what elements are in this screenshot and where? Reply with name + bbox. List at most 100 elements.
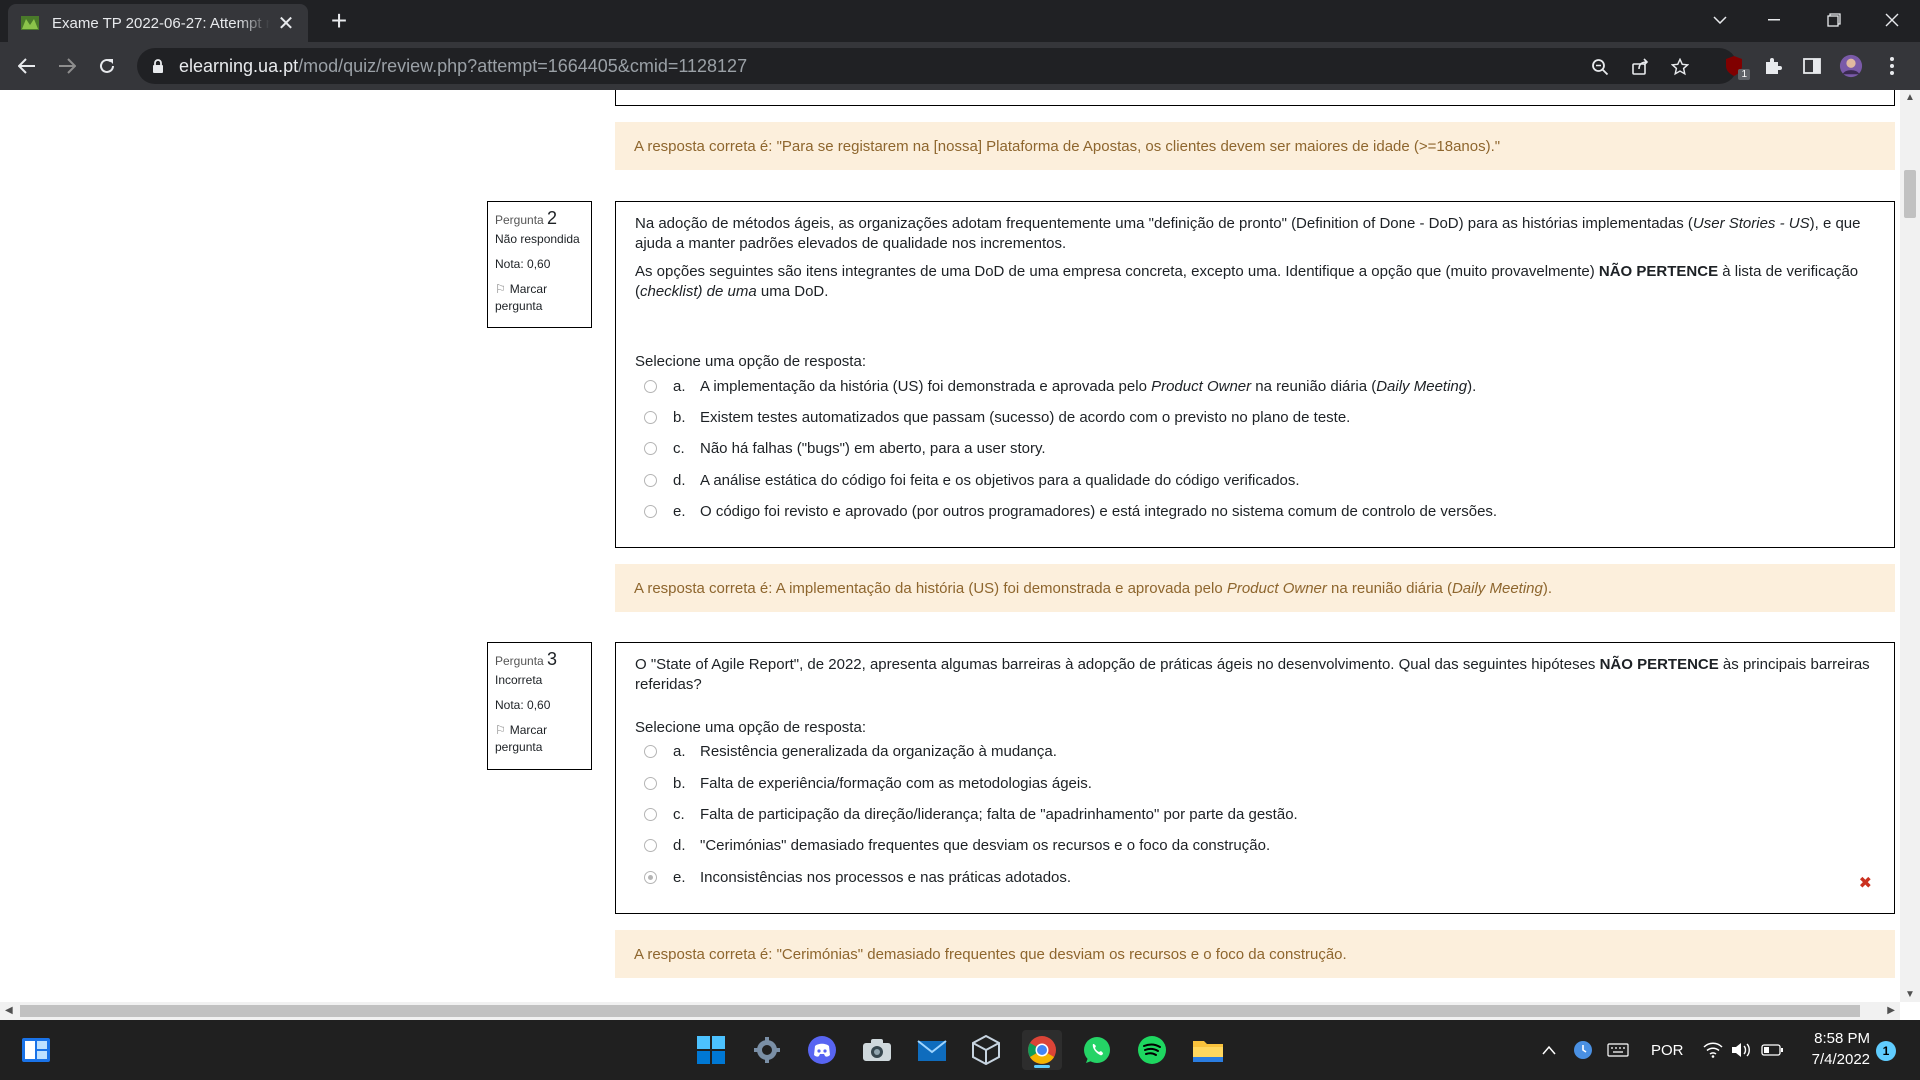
clock-app-tray-icon[interactable] [1573, 1020, 1593, 1080]
ublock-extension-icon[interactable]: 1 [1722, 54, 1750, 80]
answer-prompt: Selecione uma opção de resposta: [635, 353, 866, 370]
question-1-box [615, 90, 1895, 106]
widgets-icon[interactable] [16, 1030, 56, 1070]
radio-button[interactable] [644, 410, 657, 424]
whatsapp-icon[interactable] [1077, 1030, 1117, 1070]
vertical-scroll-thumb[interactable] [1904, 170, 1916, 218]
option-a[interactable]: a. A implementação da história (US) foi … [644, 376, 1476, 396]
notification-badge[interactable]: 1 [1876, 1041, 1896, 1061]
question-2-text-2: As opções seguintes são itens integrante… [635, 263, 1859, 300]
option-c[interactable]: c. Não há falhas ("bugs") em aberto, par… [644, 438, 1046, 458]
scroll-left-arrow-icon[interactable]: ◀ [5, 1005, 13, 1016]
question-number: Pergunta 3 [495, 649, 558, 669]
clock-date: 7/4/2022 [1811, 1051, 1870, 1068]
radio-button[interactable] [644, 441, 657, 455]
camera-icon[interactable] [857, 1030, 897, 1070]
question-2-box: Na adoção de métodos ágeis, as organizaç… [615, 201, 1895, 548]
option-e[interactable]: e. Inconsistências nos processos e nas p… [644, 867, 1071, 887]
option-d[interactable]: d. A análise estática do código foi feit… [644, 470, 1300, 490]
option-e[interactable]: e. O código foi revisto e aprovado (por … [644, 501, 1497, 521]
answer-prompt: Selecione uma opção de resposta: [635, 719, 866, 736]
bookmark-star-icon[interactable] [1669, 56, 1691, 78]
tab-title: Exame TP 2022-06-27: Attempt review [52, 14, 270, 32]
new-tab-button[interactable]: + [323, 5, 355, 37]
scroll-down-arrow-icon[interactable]: ▼ [1905, 989, 1915, 1000]
option-c[interactable]: c. Falta de participação da direção/lide… [644, 804, 1298, 824]
file-explorer-icon[interactable] [1188, 1030, 1228, 1070]
question-status: Incorreta [495, 673, 543, 687]
question-2-text: Na adoção de métodos ágeis, as organizaç… [635, 215, 1861, 252]
virtualbox-cube-icon[interactable] [966, 1030, 1006, 1070]
active-app-indicator [1034, 1065, 1050, 1068]
wifi-icon[interactable] [1703, 1020, 1723, 1080]
moodle-favicon-icon [20, 13, 40, 33]
incorrect-x-icon: ✖ [1858, 875, 1872, 892]
side-panel-icon[interactable] [1800, 54, 1824, 78]
share-icon[interactable] [1629, 56, 1651, 78]
extensions-puzzle-icon[interactable] [1761, 54, 1785, 78]
forward-arrow-icon[interactable] [51, 50, 83, 82]
spotify-icon[interactable] [1132, 1030, 1172, 1070]
settings-gear-icon[interactable] [747, 1030, 787, 1070]
radio-button[interactable] [644, 776, 657, 790]
option-d[interactable]: d. "Cerimónias" demasiado frequentes que… [644, 835, 1270, 855]
question-2-feedback: A resposta correta é: A implementação da… [615, 564, 1895, 612]
taskbar-clock[interactable]: 8:58 PM 7/4/2022 [1786, 1028, 1870, 1070]
radio-button[interactable] [644, 473, 657, 487]
clock-time: 8:58 PM [1814, 1030, 1870, 1047]
question-3-feedback: A resposta correta é: "Cerimónias" demas… [615, 930, 1895, 978]
tab-close-icon[interactable]: ✕ [276, 11, 296, 36]
radio-button[interactable] [644, 807, 657, 821]
question-3-info: Pergunta 3 Incorreta Nota: 0,60 ⚐ Marcar … [487, 642, 592, 770]
question-number: Pergunta 2 [495, 208, 558, 228]
address-bar[interactable]: elearning.ua.pt/mod/quiz/review.php?atte… [137, 48, 1737, 84]
radio-button[interactable] [644, 744, 657, 758]
quiz-review-page: A resposta correta é: "Para se registare… [0, 90, 1900, 1002]
radio-button[interactable] [644, 379, 657, 393]
url-host: elearning.ua.pt [179, 55, 299, 76]
restore-button[interactable] [1806, 0, 1862, 40]
option-b[interactable]: b. Existem testes automatizados que pass… [644, 407, 1350, 427]
keyboard-icon[interactable] [1607, 1020, 1629, 1080]
option-b[interactable]: b. Falta de experiência/formação com as … [644, 773, 1092, 793]
zoom-icon[interactable] [1589, 56, 1611, 78]
question-3-box: O "State of Agile Report", de 2022, apre… [615, 642, 1895, 914]
volume-icon[interactable] [1731, 1020, 1751, 1080]
reload-icon[interactable] [91, 50, 123, 82]
minimize-button[interactable] [1746, 0, 1802, 40]
browser-toolbar: elearning.ua.pt/mod/quiz/review.php?atte… [0, 42, 1920, 90]
windows-taskbar: POR 8:58 PM 7/4/2022 1 [0, 1020, 1920, 1080]
chrome-menu-icon[interactable] [1880, 54, 1904, 78]
radio-button-selected[interactable] [644, 870, 657, 884]
radio-button[interactable] [644, 838, 657, 852]
question-3-text: O "State of Agile Report", de 2022, apre… [635, 656, 1870, 693]
option-a[interactable]: a. Resistência generalizada da organizaç… [644, 741, 1057, 761]
discord-icon[interactable] [802, 1030, 842, 1070]
scroll-right-arrow-icon[interactable]: ▶ [1887, 1005, 1895, 1016]
url-path: /mod/quiz/review.php?attempt=1664405&cmi… [298, 55, 748, 76]
flag-question-link[interactable]: ⚐ Marcar pergunta [495, 281, 584, 315]
chrome-icon[interactable] [1022, 1030, 1062, 1070]
mail-icon[interactable] [912, 1030, 952, 1070]
lock-icon[interactable] [151, 58, 165, 74]
flag-question-link[interactable]: ⚐ Marcar pergunta [495, 722, 584, 756]
close-window-button[interactable] [1864, 0, 1920, 40]
tab-search-icon[interactable] [1692, 0, 1748, 40]
horizontal-scroll-thumb[interactable] [20, 1005, 1860, 1017]
vertical-scrollbar[interactable]: ▲ ▼ [1900, 90, 1920, 1002]
battery-icon[interactable] [1761, 1020, 1783, 1080]
flag-icon: ⚐ [495, 723, 506, 737]
back-arrow-icon[interactable] [11, 50, 43, 82]
horizontal-scrollbar[interactable]: ◀ ▶ [0, 1002, 1900, 1020]
flag-icon: ⚐ [495, 282, 506, 296]
scroll-up-arrow-icon[interactable]: ▲ [1905, 92, 1915, 103]
question-1-feedback: A resposta correta é: "Para se registare… [615, 122, 1895, 170]
browser-tab[interactable]: Exame TP 2022-06-27: Attempt review ✕ [8, 4, 308, 42]
input-language[interactable]: POR [1651, 1020, 1684, 1080]
profile-avatar[interactable] [1839, 54, 1863, 78]
radio-button[interactable] [644, 504, 657, 518]
windows-start-icon[interactable] [691, 1030, 731, 1070]
show-hidden-icons-chevron-icon[interactable] [1542, 1020, 1556, 1080]
browser-tab-strip: Exame TP 2022-06-27: Attempt review ✕ + [0, 0, 1920, 42]
question-grade: Nota: 0,60 [495, 698, 551, 712]
